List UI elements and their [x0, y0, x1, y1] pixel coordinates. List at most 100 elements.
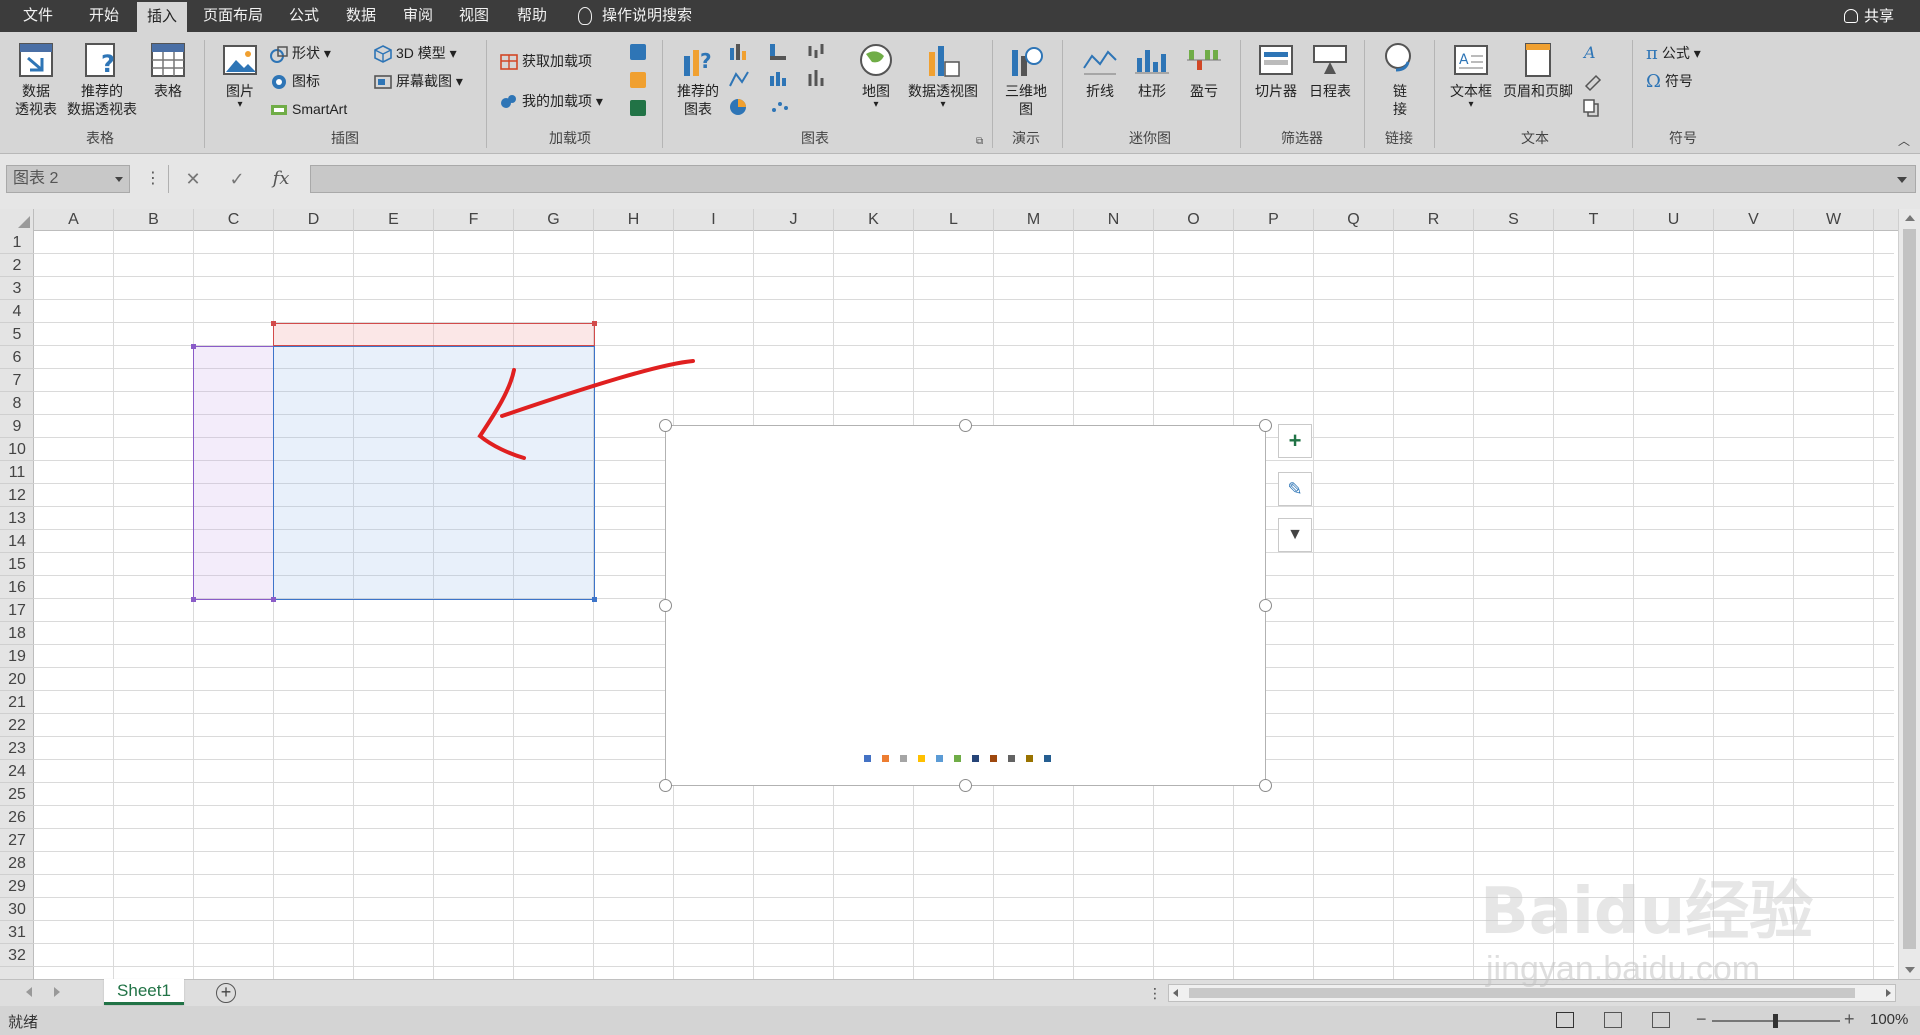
more-options-icon[interactable]: ⋮: [138, 165, 168, 193]
tab-split-handle[interactable]: ⋮: [1148, 984, 1162, 1002]
smartart-button[interactable]: SmartArt: [270, 98, 347, 120]
row-header[interactable]: 29: [0, 875, 34, 898]
chart-resize-handle[interactable]: [659, 419, 672, 432]
row-header[interactable]: 9: [0, 415, 34, 438]
column-header[interactable]: D: [274, 209, 354, 231]
next-sheet-icon[interactable]: [54, 987, 60, 997]
column-header[interactable]: W: [1794, 209, 1874, 231]
column-header[interactable]: S: [1474, 209, 1554, 231]
scroll-up-icon[interactable]: [1905, 215, 1915, 221]
column-header[interactable]: V: [1714, 209, 1794, 231]
tab-home[interactable]: 开始: [76, 0, 132, 32]
my-addins-button[interactable]: 我的加载项 ▾: [500, 90, 603, 112]
column-header[interactable]: T: [1554, 209, 1634, 231]
column-header[interactable]: K: [834, 209, 914, 231]
chart-resize-handle[interactable]: [659, 779, 672, 792]
formula-input[interactable]: [310, 165, 1916, 193]
range-handle[interactable]: [271, 321, 276, 326]
row-header[interactable]: 4: [0, 300, 34, 323]
tab-page-layout[interactable]: 页面布局: [194, 0, 272, 32]
tab-formulas[interactable]: 公式: [280, 0, 328, 32]
scroll-thumb[interactable]: [1903, 229, 1916, 949]
row-header[interactable]: 22: [0, 714, 34, 737]
chart-elements-button[interactable]: +: [1278, 424, 1312, 458]
legend-swatch[interactable]: [900, 755, 907, 762]
row-header[interactable]: 10: [0, 438, 34, 461]
legend-swatch[interactable]: [1008, 755, 1015, 762]
3d-model-button[interactable]: 3D 模型 ▾: [374, 42, 457, 64]
maps-button[interactable]: 地图 ▾: [856, 42, 896, 110]
people-graph-icon[interactable]: [630, 100, 646, 116]
icons-button[interactable]: 图标: [270, 70, 320, 92]
column-header[interactable]: B: [114, 209, 194, 231]
column-header[interactable]: P: [1234, 209, 1314, 231]
tab-data[interactable]: 数据: [336, 0, 386, 32]
symbol-button[interactable]: Ω 符号: [1646, 70, 1693, 92]
row-header[interactable]: 5: [0, 323, 34, 346]
insert-function-button[interactable]: fx: [266, 165, 296, 193]
legend-swatch[interactable]: [1044, 755, 1051, 762]
tab-help[interactable]: 帮助: [506, 0, 558, 32]
tab-review[interactable]: 审阅: [394, 0, 442, 32]
chart-resize-handle[interactable]: [959, 419, 972, 432]
chart-type-buttons[interactable]: [728, 42, 840, 128]
pivot-table-button[interactable]: 数据 透视表: [10, 42, 62, 118]
screenshot-button[interactable]: 屏幕截图 ▾: [374, 70, 463, 92]
table-button[interactable]: 表格: [146, 42, 190, 100]
pivot-chart-button[interactable]: 数据透视图 ▾: [898, 42, 988, 110]
row-header[interactable]: 27: [0, 829, 34, 852]
sheet-tab-sheet1[interactable]: Sheet1: [104, 979, 184, 1005]
column-header[interactable]: G: [514, 209, 594, 231]
scroll-thumb[interactable]: [1189, 988, 1855, 998]
pictures-button[interactable]: 图片 ▾: [218, 42, 262, 110]
column-header[interactable]: R: [1394, 209, 1474, 231]
bing-icon[interactable]: [630, 72, 646, 88]
chart-filters-button[interactable]: ▼: [1278, 518, 1312, 552]
expand-formula-icon[interactable]: [1897, 177, 1907, 183]
row-header[interactable]: 13: [0, 507, 34, 530]
row-header[interactable]: 17: [0, 599, 34, 622]
range-handle[interactable]: [191, 344, 196, 349]
range-handle[interactable]: [271, 597, 276, 602]
sparkline-column-button[interactable]: 柱形: [1130, 42, 1174, 100]
row-header[interactable]: 6: [0, 346, 34, 369]
column-header[interactable]: E: [354, 209, 434, 231]
name-box[interactable]: 图表 2: [6, 165, 130, 193]
row-header[interactable]: 26: [0, 806, 34, 829]
row-header[interactable]: 24: [0, 760, 34, 783]
chart-resize-handle[interactable]: [659, 599, 672, 612]
text-extra-buttons[interactable]: A: [1582, 42, 1610, 122]
equation-button[interactable]: π 公式 ▾: [1646, 42, 1701, 64]
link-button[interactable]: 链 接: [1380, 42, 1420, 118]
zoom-level[interactable]: 100%: [1870, 1011, 1908, 1028]
column-header[interactable]: L: [914, 209, 994, 231]
column-header[interactable]: A: [34, 209, 114, 231]
column-header[interactable]: Q: [1314, 209, 1394, 231]
category-range-highlight[interactable]: [193, 346, 274, 600]
chart-resize-handle[interactable]: [1259, 779, 1272, 792]
recommended-charts-button[interactable]: ? 推荐的 图表: [672, 42, 724, 118]
collapse-ribbon-icon[interactable]: ︿: [1898, 132, 1910, 149]
page-layout-view-icon[interactable]: [1604, 1012, 1622, 1028]
column-header[interactable]: M: [994, 209, 1074, 231]
column-header[interactable]: O: [1154, 209, 1234, 231]
row-header[interactable]: 11: [0, 461, 34, 484]
row-header[interactable]: 20: [0, 668, 34, 691]
legend-swatch[interactable]: [882, 755, 889, 762]
column-header[interactable]: J: [754, 209, 834, 231]
row-header[interactable]: 31: [0, 921, 34, 944]
legend-swatch[interactable]: [864, 755, 871, 762]
row-header[interactable]: 12: [0, 484, 34, 507]
range-handle[interactable]: [191, 597, 196, 602]
legend-swatch[interactable]: [936, 755, 943, 762]
zoom-slider-thumb[interactable]: [1773, 1014, 1778, 1028]
legend-swatch[interactable]: [990, 755, 997, 762]
sparkline-line-button[interactable]: 折线: [1078, 42, 1122, 100]
cancel-button[interactable]: ✕: [178, 165, 208, 193]
legend-swatch[interactable]: [972, 755, 979, 762]
timeline-button[interactable]: 日程表: [1304, 42, 1356, 100]
row-header[interactable]: 16: [0, 576, 34, 599]
slicer-button[interactable]: 切片器: [1250, 42, 1302, 100]
row-header[interactable]: 32: [0, 944, 34, 967]
row-header[interactable]: 18: [0, 622, 34, 645]
